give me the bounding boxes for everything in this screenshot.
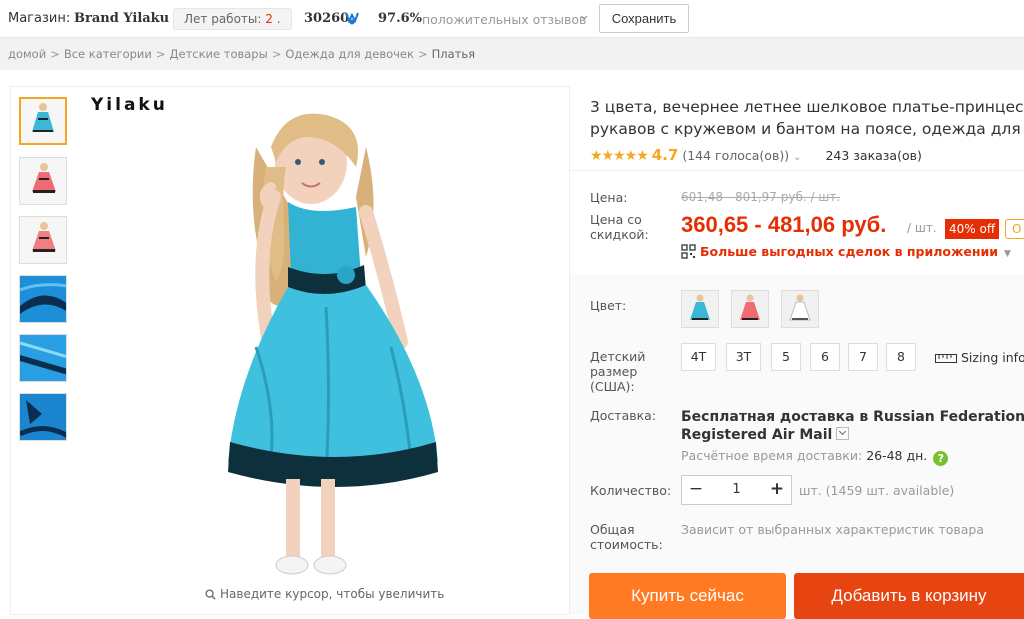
sizing-info-link[interactable]: Sizing info xyxy=(935,350,1024,365)
qr-code-icon xyxy=(681,244,696,259)
color-option-blue[interactable] xyxy=(681,290,719,328)
store-label: Магазин: xyxy=(8,11,71,26)
breadcrumb-separator: > xyxy=(155,47,166,61)
delivery-time-label: Расчётное время доставки: xyxy=(681,448,863,463)
breadcrumb-separator: > xyxy=(50,47,60,61)
zoom-hint-text: Наведите курсор, чтобы увеличить xyxy=(220,587,445,601)
years-badge: Лет работы: 2 . xyxy=(173,8,292,30)
total-label-line-2: стоимость: xyxy=(590,537,663,552)
coupon-badge[interactable]: O xyxy=(1005,219,1024,239)
size-label-line-1: Детский xyxy=(590,349,646,364)
delivery-time: Расчётное время доставки: 26-48 дн.? xyxy=(681,448,949,466)
quantity-stepper: − 1 + xyxy=(681,475,792,505)
total-label-line-1: Общая xyxy=(590,522,635,537)
product-info-panel: 3 цвета, вечернее летнее шелковое платье… xyxy=(570,86,1024,619)
color-option-white[interactable] xyxy=(781,290,819,328)
feedback-label[interactable]: положительных отзывов xyxy=(422,12,586,27)
chevron-down-icon[interactable] xyxy=(580,14,588,22)
product-title-line-1: 3 цвета, вечернее летнее шелковое платье… xyxy=(590,98,1024,116)
gallery-thumbnail[interactable] xyxy=(19,334,67,382)
discount-price-label-line-1: Цена со xyxy=(590,212,642,227)
gallery-thumbnail[interactable] xyxy=(19,157,67,205)
app-deals-link[interactable]: Больше выгодных сделок в приложении ▼ xyxy=(681,244,1011,259)
product-gallery: Yilaku Наведите курсор, чтобы увеличить xyxy=(10,86,570,615)
size-option-8[interactable]: 8 xyxy=(886,343,916,371)
chevron-down-icon[interactable] xyxy=(836,427,850,440)
add-to-cart-button[interactable]: Добавить в корзину xyxy=(794,573,1024,619)
price-per-unit: / шт. xyxy=(907,221,937,235)
product-main-image[interactable] xyxy=(216,107,446,582)
size-option-7[interactable]: 7 xyxy=(848,343,878,371)
size-option-3t[interactable]: 3T xyxy=(726,343,761,371)
breadcrumb-kids[interactable]: Детские товары xyxy=(170,47,268,61)
caret-down-icon: ▼ xyxy=(1004,249,1011,259)
gallery-thumbnail[interactable] xyxy=(19,216,67,264)
quantity-decrease-button[interactable]: − xyxy=(682,476,710,504)
star-rating-icon: ★★★★★ xyxy=(590,148,649,164)
help-icon[interactable]: ? xyxy=(933,451,949,466)
rating-value: 4.7 xyxy=(651,146,679,164)
breadcrumb-girls-clothing[interactable]: Одежда для девочек xyxy=(285,47,414,61)
divider xyxy=(570,170,1024,171)
discount-price-label-line-2: скидкой: xyxy=(590,227,649,242)
size-label-line-3: (США): xyxy=(590,379,635,394)
gallery-thumbnail[interactable] xyxy=(19,393,67,441)
years-value: 2 xyxy=(265,12,273,26)
current-price: 360,65 - 481,06 руб. xyxy=(681,212,887,237)
size-label: Детский размер (США): xyxy=(590,349,645,394)
medal-icon xyxy=(345,12,359,25)
followers-count: 30260 xyxy=(304,11,350,26)
size-option-6[interactable]: 6 xyxy=(810,343,840,371)
store-header: Магазин: Brand Yilaku Лет работы: 2 . 30… xyxy=(0,0,1024,38)
search-icon xyxy=(205,589,216,600)
size-label-line-2: размер xyxy=(590,364,638,379)
available-count: шт. (1459 шт. available) xyxy=(799,483,955,498)
quantity-label: Количество: xyxy=(590,483,672,498)
product-title: 3 цвета, вечернее летнее шелковое платье… xyxy=(590,96,1024,140)
size-option-4t[interactable]: 4T xyxy=(681,343,716,371)
shipping-line-2[interactable]: Registered Air Mail xyxy=(681,426,1024,444)
breadcrumb-home[interactable]: домой xyxy=(8,47,46,61)
votes-link[interactable]: (144 голоса(ов)) xyxy=(682,148,789,163)
gallery-thumbnail[interactable] xyxy=(19,275,67,323)
breadcrumb-separator: > xyxy=(271,47,282,61)
rating-row: ★★★★★ 4.7 (144 голоса(ов)) ⌄ 243 заказа(о… xyxy=(590,146,922,164)
total-value: Зависит от выбранных характеристик товар… xyxy=(681,522,985,537)
shipping-label: Доставка: xyxy=(590,408,657,423)
sizing-info-text: Sizing info xyxy=(961,350,1024,365)
breadcrumb-dresses[interactable]: Платья xyxy=(432,47,475,61)
price-label: Цена: xyxy=(590,190,628,205)
delivery-time-value: 26-48 дн. xyxy=(866,448,928,463)
product-title-line-2: рукавов с кружевом и бантом на поясе, од… xyxy=(590,120,1024,138)
breadcrumb-all-categories[interactable]: Все категории xyxy=(64,47,152,61)
total-label: Общая стоимость: xyxy=(590,522,663,552)
discount-price-label: Цена со скидкой: xyxy=(590,212,649,242)
chevron-down-icon[interactable]: ⌄ xyxy=(793,152,801,163)
discount-badge: 40% off xyxy=(945,219,1000,239)
zoom-hint: Наведите курсор, чтобы увеличить xyxy=(205,587,444,601)
quantity-increase-button[interactable]: + xyxy=(763,476,791,504)
brand-logo: Yilaku xyxy=(91,95,168,115)
positive-percent: 97.6% xyxy=(378,11,423,26)
app-deals-text: Больше выгодных сделок в приложении xyxy=(700,244,999,259)
shipping-carrier: Registered Air Mail xyxy=(681,427,833,443)
gallery-thumbnail[interactable] xyxy=(19,97,67,145)
shipping-method: Бесплатная доставка в Russian Federation… xyxy=(681,408,1024,444)
old-price: 601,48 - 801,97 руб. / шт. xyxy=(681,190,841,204)
ruler-icon xyxy=(935,354,957,363)
color-label: Цвет: xyxy=(590,298,627,313)
quantity-input[interactable]: 1 xyxy=(710,476,763,504)
save-store-button[interactable]: Сохранить xyxy=(599,4,689,33)
color-option-pink[interactable] xyxy=(731,290,769,328)
orders-count: 243 заказа(ов) xyxy=(825,148,922,163)
size-option-5[interactable]: 5 xyxy=(771,343,801,371)
years-label: Лет работы: xyxy=(184,12,262,26)
buy-now-button[interactable]: Купить сейчас xyxy=(589,573,786,619)
breadcrumb-separator: > xyxy=(417,47,428,61)
shipping-line-1: Бесплатная доставка в Russian Federation… xyxy=(681,409,1024,425)
breadcrumb: домой > Все категории > Детские товары > Одежд… xyxy=(0,38,1024,70)
store-name-link[interactable]: Brand Yilaku xyxy=(74,11,169,26)
